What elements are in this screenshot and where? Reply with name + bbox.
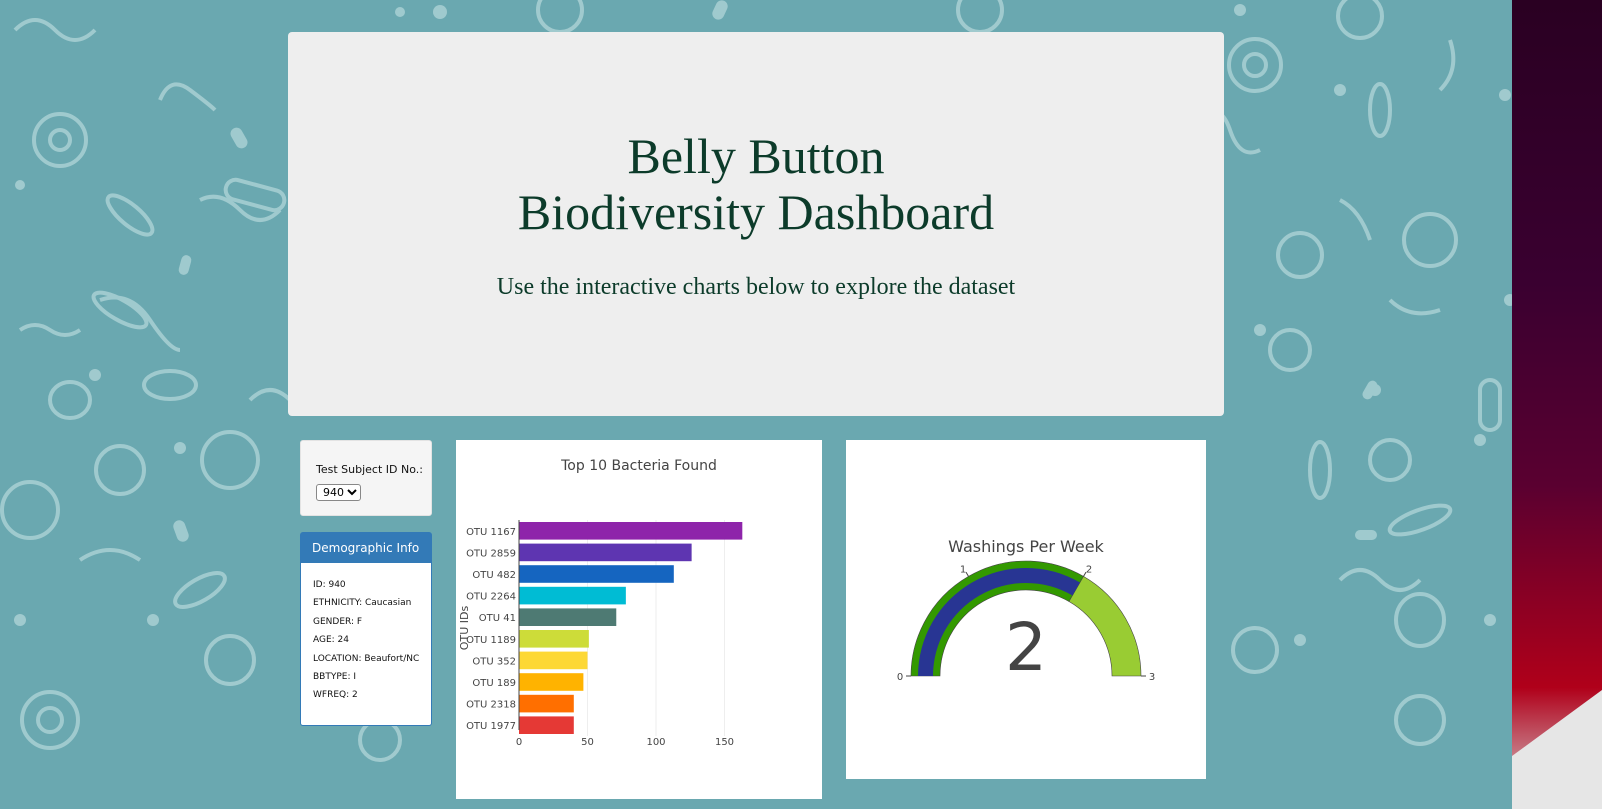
demographic-info-title: Demographic Info — [301, 533, 431, 563]
gauge-value-text: 2 — [1005, 609, 1047, 686]
bar-chart-y-tick-label: OTU 2264 — [466, 592, 516, 603]
bar-chart-bar — [519, 522, 743, 540]
bar-chart-bar — [519, 673, 584, 691]
demographic-info-body: ID: 940 ETHNICITY: Caucasian GENDER: F A… — [301, 563, 431, 709]
demographic-info-panel: Demographic Info ID: 940 ETHNICITY: Cauc… — [300, 532, 432, 726]
demographic-row-wfreq: WFREQ: 2 — [313, 690, 358, 701]
gauge-tick-label: 2 — [1086, 565, 1092, 576]
page-subtitle: Use the interactive charts below to expl… — [496, 274, 1016, 300]
subject-id-select[interactable]: 940 — [316, 484, 361, 501]
bar-chart-y-tick-label: OTU 2859 — [466, 548, 516, 559]
demographic-row-id: ID: 940 — [313, 580, 346, 590]
bar-chart-y-tick-label: OTU 1167 — [466, 527, 516, 538]
bar-chart-bar — [519, 608, 617, 626]
subject-selector-panel: Test Subject ID No.: 940 — [300, 440, 432, 516]
gauge-value-bar — [918, 568, 1080, 676]
demographic-row-location: LOCATION: Beaufort/NC — [313, 653, 420, 664]
bar-chart-bar — [519, 543, 692, 562]
header-jumbotron: Belly Button Biodiversity Dashboard Use … — [288, 32, 1224, 416]
bar-chart-bar — [519, 694, 574, 713]
bar-chart-x-tick-label: 150 — [715, 737, 734, 748]
demographic-row-age: AGE: 24 — [313, 635, 350, 646]
bar-chart-bar — [519, 630, 589, 648]
bar-chart-y-tick-label: OTU 189 — [472, 678, 516, 689]
side-gradient-panel — [1512, 0, 1602, 809]
gauge-chart-title: Washings Per Week — [948, 537, 1104, 556]
bar-chart-x-tick-label: 50 — [581, 737, 594, 748]
demographic-row-bbtype: BBTYPE: I — [313, 671, 357, 682]
bar-chart-x-tick-label: 0 — [516, 737, 522, 748]
bar-chart-x-tick-label: 100 — [646, 737, 665, 748]
bar-chart-y-tick-label: OTU 2318 — [466, 700, 516, 711]
bar-chart-y-tick-label: OTU 352 — [472, 656, 516, 667]
demographic-row-ethnicity: ETHNICITY: Caucasian — [313, 598, 412, 609]
gauge-tick-label: 3 — [1149, 672, 1155, 683]
bar-chart-y-tick-label: OTU 1189 — [466, 635, 516, 646]
bar-chart[interactable]: Top 10 Bacteria Found OTU IDs OTU 1167OT… — [456, 440, 822, 799]
bar-chart-y-tick-label: OTU 1977 — [466, 721, 516, 732]
gauge-chart[interactable]: Washings Per Week 0 1 2 3 2 — [846, 440, 1206, 779]
bar-chart-y-tick-label: OTU 41 — [479, 613, 516, 624]
bar-chart-bar — [519, 565, 674, 583]
page-title: Belly Button Biodiversity Dashboard — [517, 128, 995, 240]
bar-chart-card: Top 10 Bacteria Found OTU IDs OTU 1167 OT… — [456, 440, 822, 799]
bar-chart-bar — [519, 651, 588, 670]
bar-chart-bar — [519, 716, 574, 734]
gauge-tick-label: 1 — [960, 565, 966, 576]
gauge-step-band — [1068, 575, 1142, 677]
gauge-tick-mark — [965, 571, 969, 577]
bar-chart-bar — [519, 586, 626, 605]
subject-selector-label: Test Subject ID No.: — [316, 463, 423, 476]
side-corner-decoration — [1512, 690, 1602, 809]
demographic-row-gender: GENDER: F — [313, 616, 363, 627]
gauge-chart-card: Washings Per Week 0 1 2 3 2 — [846, 440, 1206, 779]
gauge-tick-label: 0 — [897, 672, 903, 683]
bar-chart-title: Top 10 Bacteria Found — [560, 458, 717, 474]
bar-chart-y-tick-label: OTU 482 — [472, 570, 516, 581]
